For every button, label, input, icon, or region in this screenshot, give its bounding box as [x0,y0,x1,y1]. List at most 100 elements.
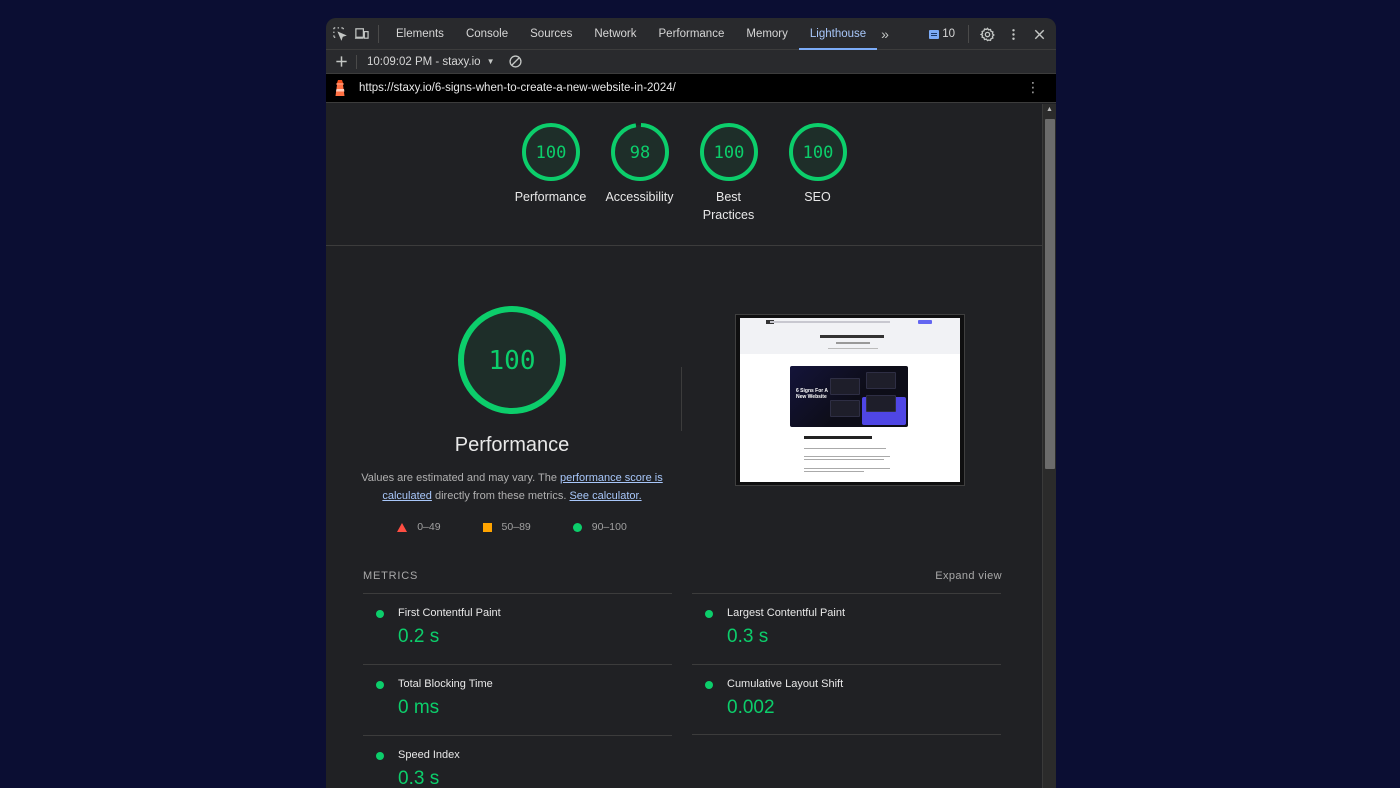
score-gauge-icon: 100 [521,123,580,181]
score-gauge-icon: 100 [788,123,847,181]
report-select[interactable]: 10:09:02 PM - staxy.io ▼ [363,56,498,68]
chevron-double-right-icon[interactable]: » [877,26,893,42]
pass-circle-icon [705,610,713,618]
score-gauge-icon: 100 [699,123,758,181]
pass-circle-icon [705,681,713,689]
divider [378,24,379,43]
vertical-divider [681,367,682,431]
final-screenshot[interactable]: 6 Signs For A New Website [735,314,965,486]
screenshot-box [830,400,860,417]
score-legend: 0–49 50–89 90–100 [354,521,670,533]
score-gauge-icon: 98 [610,123,669,181]
gauge-label: Best Practices [702,190,755,222]
gauge-performance[interactable]: 100 Performance [514,122,587,224]
lighthouse-toolbar: 10:09:02 PM - staxy.io ▼ [326,50,1056,74]
metric-name: Total Blocking Time [398,678,493,690]
screenshot-text-line [804,448,886,449]
svg-text:100: 100 [713,143,744,163]
metrics-header: METRICS Expand view [363,570,1002,582]
screenshot-nav [770,321,890,323]
gauge-seo[interactable]: 100 SEO [781,122,854,224]
metrics-grid: First Contentful Paint 0.2 s Largest Con… [363,593,1001,788]
screenshot-hero [740,318,960,354]
expand-view-button[interactable]: Expand view [935,570,1002,582]
issues-button[interactable]: 10 [923,28,961,40]
tab-memory[interactable]: Memory [735,18,799,50]
screenshot-text-line [804,471,864,472]
gear-icon[interactable] [976,23,998,45]
issues-message-icon [929,29,940,39]
close-icon[interactable] [1028,23,1050,45]
circle-icon [572,522,582,532]
svg-text:100: 100 [802,143,833,163]
metric-value: 0 ms [398,697,440,718]
metric-total-blocking-time: Total Blocking Time 0 ms [363,664,672,735]
scrollbar-thumb[interactable] [1045,119,1055,469]
screenshot-feature-card: 6 Signs For A New Website [790,366,908,427]
tab-console[interactable]: Console [455,18,519,50]
description-text: directly from these metrics. [431,490,570,502]
report-url-bar: https://staxy.io/6-signs-when-to-create-… [326,74,1056,103]
kebab-menu-icon[interactable]: ⋮ [1026,80,1040,94]
screenshot-headline [820,335,884,338]
metrics-title: METRICS [363,570,419,582]
gauge-label: Accessibility [605,190,674,204]
svg-text:100: 100 [489,346,536,376]
screenshot-box [866,395,896,412]
kebab-menu-icon[interactable] [1002,23,1024,45]
scroll-up-arrow-icon[interactable]: ▲ [1043,104,1056,116]
metric-name: Speed Index [398,749,460,761]
gauge-best-practices[interactable]: 100 Best Practices [692,122,765,224]
tab-network[interactable]: Network [583,18,647,50]
inspect-element-icon[interactable] [328,23,350,45]
performance-title: Performance [454,434,570,456]
screenshot-subline [836,342,870,344]
metric-speed-index: Speed Index 0.3 s [363,735,672,788]
tab-lighthouse[interactable]: Lighthouse [798,18,878,50]
metric-largest-contentful-paint: Largest Contentful Paint 0.3 s [692,593,1001,664]
description-text: Values are estimated and may vary. The [361,472,560,484]
pass-circle-icon [376,752,384,760]
metric-name: Cumulative Layout Shift [727,678,844,690]
screenshot-heading [804,436,872,439]
screenshot-subline [828,348,878,349]
tab-elements[interactable]: Elements [385,18,455,50]
legend-pass: 90–100 [572,521,627,533]
legend-range: 50–89 [501,521,531,533]
metric-name: First Contentful Paint [398,607,501,619]
metric-value: 0.2 s [398,626,440,647]
divider [968,25,969,43]
screenshot-box [866,372,896,389]
see-calculator-link[interactable]: See calculator. [569,490,641,502]
svg-text:98: 98 [629,143,649,163]
pass-circle-icon [376,610,384,618]
category-gauges: 100 Performance 98 Accessibility 100 Bes… [326,122,1042,224]
devtools-window: Elements Console Sources Network Perform… [326,18,1056,788]
metric-name: Largest Contentful Paint [727,607,846,619]
report-scrollbar[interactable]: ▲ [1042,104,1056,788]
gauge-accessibility[interactable]: 98 Accessibility [603,122,676,224]
divider [356,54,357,69]
screenshot-box [830,378,860,395]
square-icon [482,522,492,532]
svg-text:100: 100 [535,143,566,163]
tabbar-actions: 10 [923,18,1050,50]
screenshot-page: 6 Signs For A New Website [740,318,960,482]
metric-value: 0.002 [727,697,775,718]
clear-block-icon[interactable] [504,51,526,73]
screenshot-text-line [804,459,884,460]
legend-fail: 0–49 [397,521,441,533]
section-divider [326,245,1042,246]
tab-sources[interactable]: Sources [519,18,583,50]
legend-range: 0–49 [417,521,441,533]
lighthouse-logo-icon [335,80,345,96]
gauge-label: SEO [804,190,831,204]
dropdown-caret-icon: ▼ [486,57,495,66]
screenshot-button [918,320,932,324]
triangle-icon [397,522,408,532]
tab-performance[interactable]: Performance [648,18,736,50]
plus-icon[interactable] [330,51,352,73]
lighthouse-report: 100 Performance 98 Accessibility 100 Bes… [326,104,1042,788]
device-toolbar-icon[interactable] [350,23,372,45]
screenshot-card-title: 6 Signs For A New Website [796,388,828,400]
